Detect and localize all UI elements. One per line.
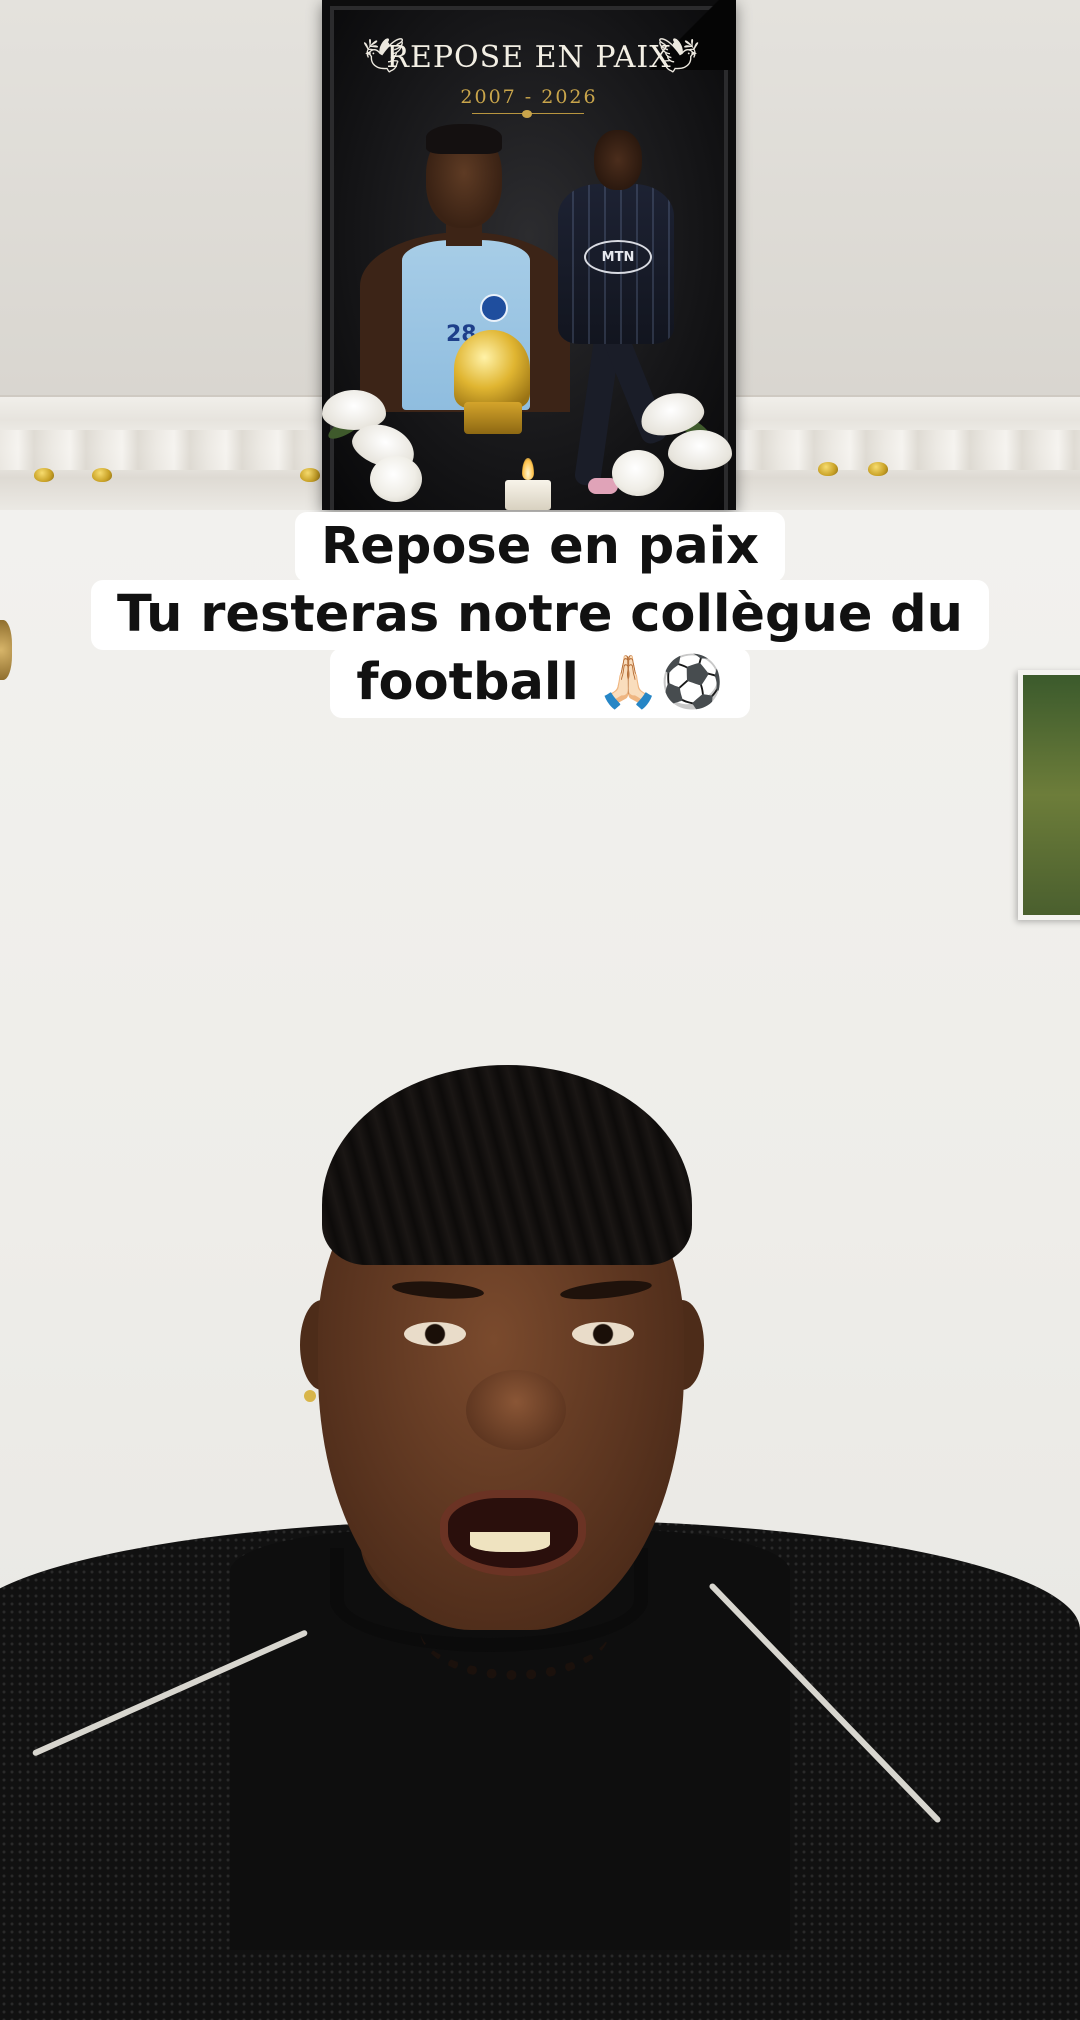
nose [466,1370,566,1450]
chin-beard [420,1580,610,1680]
teeth [470,1532,550,1552]
presenter [0,0,1080,2020]
caption-line-3: football 🙏🏻⚽ [330,648,750,718]
braided-hair [322,1065,692,1265]
caption-line-2: Tu resteras notre collègue du [90,580,989,650]
eye [572,1322,634,1346]
earring [304,1390,316,1402]
eye [404,1322,466,1346]
caption-overlay: Repose en paix Tu resteras notre collègu… [0,512,1080,718]
caption-line-1: Repose en paix [294,512,786,582]
